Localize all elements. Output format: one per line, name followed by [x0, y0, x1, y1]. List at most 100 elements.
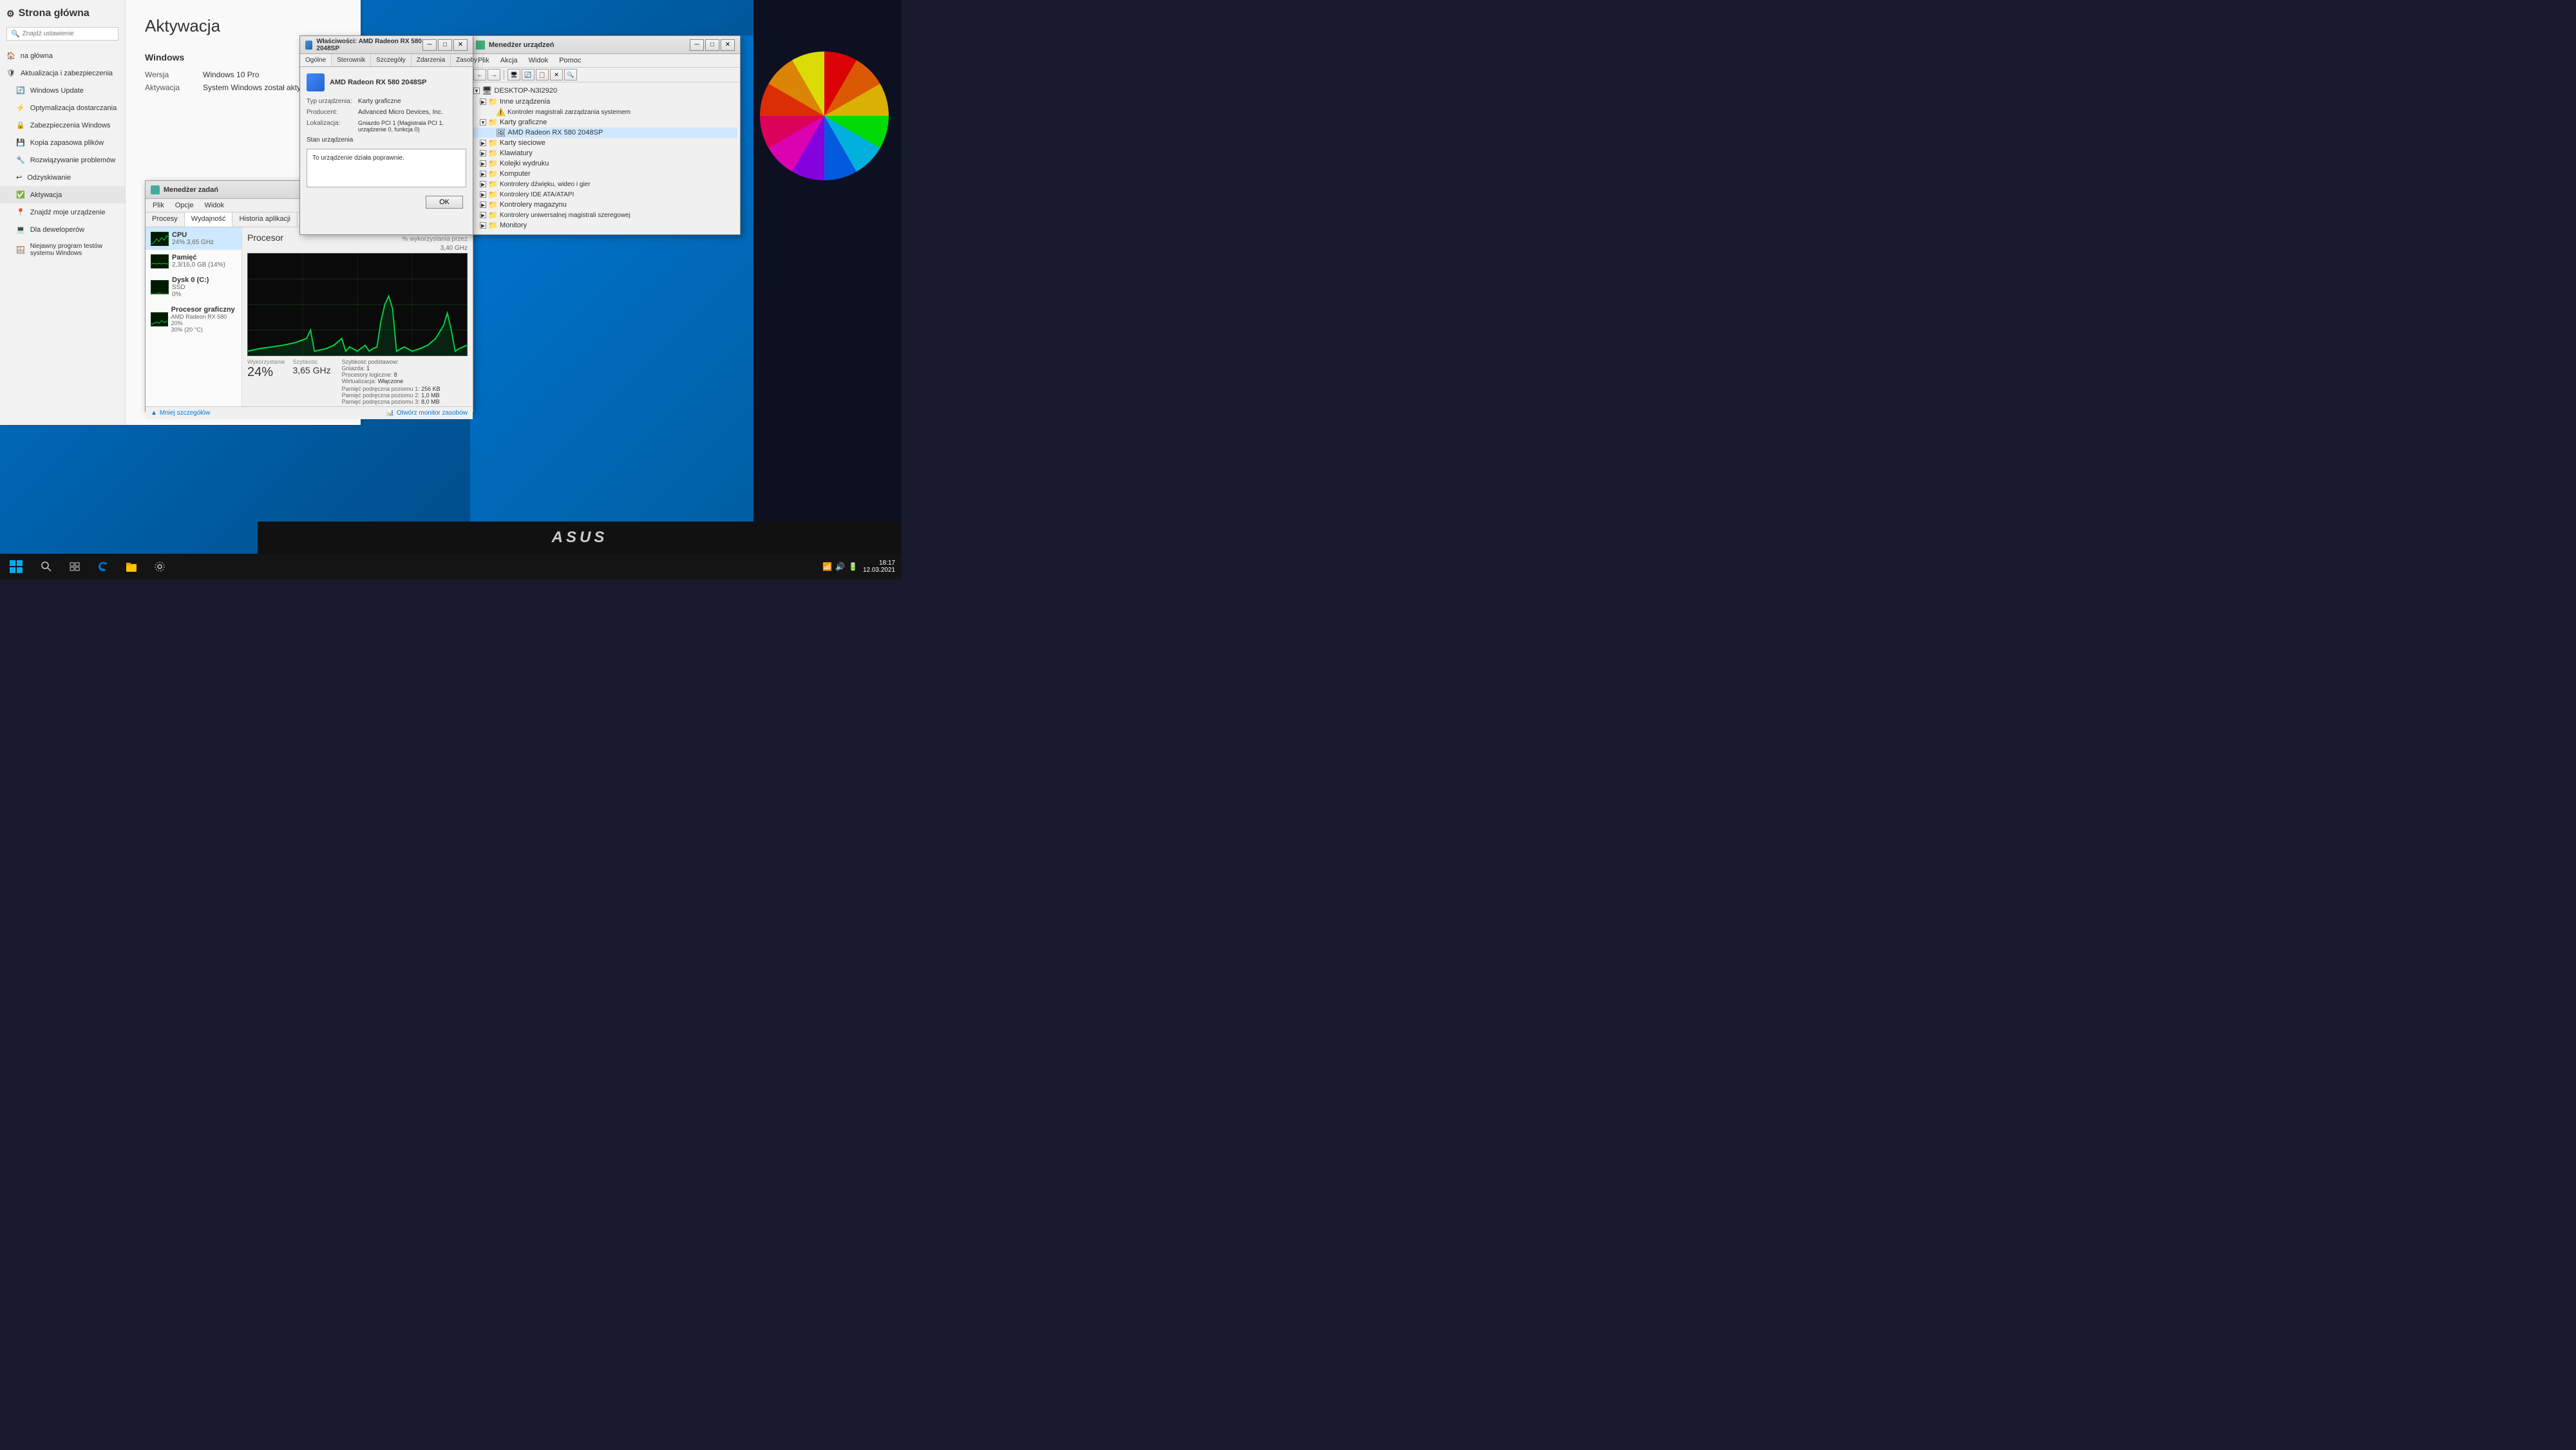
dm-tree-other-devices[interactable]: ▶ 📁 Inne urządzenia — [473, 97, 737, 107]
dm-tree-storage[interactable]: ▶ 📁 Kontrolery magazynu — [473, 200, 737, 210]
settings-nav-item-find-device[interactable]: 📍 Znajdź moje urządzenie — [0, 203, 125, 221]
dm-close-button[interactable]: ✕ — [721, 39, 735, 51]
amd-minimize-button[interactable]: ─ — [422, 39, 437, 51]
shield-icon: 🛡 — [6, 69, 15, 77]
settings-nav-item-home[interactable]: 🏠 na główna — [0, 47, 125, 64]
amd-tab-driver[interactable]: Sterownik — [332, 54, 371, 66]
settings-nav-item-update-security[interactable]: 🛡 Aktualizacja i zabezpieczenia — [0, 64, 125, 82]
dm-expand-print[interactable]: ▶ — [480, 160, 486, 167]
tm-menu-options[interactable]: Opcje — [171, 200, 198, 211]
task-view-button[interactable] — [61, 554, 89, 579]
dm-icon — [476, 41, 485, 50]
amd-type-label: Typ urządzenia: — [307, 98, 358, 105]
settings-nav-item-activation[interactable]: ✅ Aktywacja — [0, 186, 125, 203]
dm-tree-computer[interactable]: ▼ 🖥 DESKTOP-N3I2920 — [473, 85, 737, 97]
tm-sidebar-memory[interactable]: Pamięć 2,3/16,0 GB (14%) — [146, 250, 242, 272]
tm-title-text: Menedżer zadań — [164, 186, 218, 194]
tm-sidebar-cpu[interactable]: CPU 24% 3,65 GHz — [146, 227, 242, 250]
dm-expand-computer[interactable]: ▼ — [473, 88, 480, 94]
settings-nav-item-insider[interactable]: 🪟 Niejawny program testów systemu Window… — [0, 238, 125, 261]
amd-tab-details[interactable]: Szczegóły — [371, 54, 412, 66]
dm-expand-ide[interactable]: ▶ — [480, 191, 486, 198]
dm-tree-audio[interactable]: ▶ 📁 Kontrolery dźwięku, wideo i gier — [473, 179, 737, 189]
nav-label-troubleshoot: Rozwiązywanie problemów — [30, 156, 116, 164]
dm-tree-keyboard[interactable]: ▶ 📁 Klawiatury — [473, 148, 737, 158]
dm-usb-label: Kontrolery uniwersalnej magistrali szere… — [500, 212, 630, 219]
dm-tree-gpu-category[interactable]: ▼ 📁 Karty graficzne — [473, 117, 737, 127]
dm-tree-computer2[interactable]: ▶ 📁 Komputer — [473, 169, 737, 179]
dm-keyboard-label: Klawiatury — [500, 149, 533, 157]
settings-nav-item-troubleshoot[interactable]: 🔧 Rozwiązywanie problemów — [0, 151, 125, 169]
dm-menu-view[interactable]: Widok — [525, 55, 553, 66]
settings-search-input[interactable] — [23, 30, 114, 37]
amd-maximize-button[interactable]: □ — [438, 39, 452, 51]
start-button[interactable] — [0, 554, 32, 579]
dm-tree-mouse[interactable]: ▶ 📁 Mysz i inne urządzenia wskazujące — [473, 231, 737, 232]
dm-scan-button[interactable]: 🔍 — [564, 69, 577, 80]
dm-expand-gpu[interactable]: ▼ — [480, 119, 486, 126]
nav-label-find-device: Znajdź moje urządzenie — [30, 209, 106, 216]
settings-nav-item-recovery[interactable]: ↩ Odzyskiwanie — [0, 169, 125, 186]
tm-menu-file[interactable]: Plik — [149, 200, 168, 211]
tm-less-details-container[interactable]: ▲ Mniej szczegółów — [151, 410, 210, 417]
dm-expand-keyboard[interactable]: ▶ — [480, 150, 486, 156]
tm-util-stat: Wykorzystanie 24% — [247, 359, 285, 380]
folder-icon-usb: 📁 — [488, 211, 498, 220]
dm-tree-amd-gpu[interactable]: 🖼 AMD Radeon RX 580 2048SP — [473, 127, 737, 138]
amd-ok-button[interactable]: OK — [426, 196, 463, 209]
edge-taskbar-button[interactable] — [89, 554, 117, 579]
settings-nav-item-security[interactable]: 🔒 Zabezpieczenia Windows — [0, 117, 125, 134]
dm-tree-monitors[interactable]: ▶ 📁 Monitory — [473, 220, 737, 231]
dm-expand-computer2[interactable]: ▶ — [480, 171, 486, 177]
nav-label-activation: Aktywacja — [30, 191, 62, 199]
dm-tree-network[interactable]: ▶ 📁 Karty sieciowe — [473, 138, 737, 148]
amd-tab-resources[interactable]: Zasoby — [451, 54, 483, 66]
dm-tree-smb[interactable]: ⚠️ Kontroler magistrali zarządzania syst… — [473, 107, 737, 117]
dm-forward-button[interactable]: → — [488, 69, 500, 80]
dm-refresh-button[interactable]: 🔄 — [522, 69, 535, 80]
amd-tab-general[interactable]: Ogólne — [300, 54, 332, 66]
tm-sidebar-disk[interactable]: Dysk 0 (C:) SSD0% — [146, 272, 242, 302]
dm-tree-ide[interactable]: ▶ 📁 Kontrolery IDE ATA/ATAPI — [473, 189, 737, 200]
system-clock[interactable]: 18:17 12.03.2021 — [863, 560, 895, 574]
tm-tab-app-history[interactable]: Historia aplikacji — [232, 212, 297, 227]
dm-uninstall-button[interactable]: ✕ — [550, 69, 563, 80]
tm-less-details[interactable]: Mniej szczegółów — [160, 410, 210, 417]
tm-open-monitor-container[interactable]: 📊 Otwórz monitor zasobów — [386, 410, 468, 417]
clock-date: 12.03.2021 — [863, 567, 895, 574]
tm-open-monitor[interactable]: Otwórz monitor zasobów — [397, 410, 468, 417]
dm-menu-help[interactable]: Pomoc — [555, 55, 585, 66]
dm-expand-network[interactable]: ▶ — [480, 140, 486, 146]
settings-taskbar-button[interactable] — [146, 554, 174, 579]
explorer-taskbar-button[interactable] — [117, 554, 146, 579]
dm-back-button[interactable]: ← — [473, 69, 486, 80]
tm-tab-processes[interactable]: Procesy — [146, 212, 185, 227]
settings-sidebar: ⚙ Strona główna 🔍 🏠 na główna 🛡 Aktualiz… — [0, 0, 126, 425]
dm-expand-storage[interactable]: ▶ — [480, 202, 486, 208]
settings-nav-item-windows-update[interactable]: 🔄 Windows Update — [0, 82, 125, 99]
search-taskbar-button[interactable] — [32, 554, 61, 579]
tm-sidebar-gpu[interactable]: Procesor graficzny AMD Radeon RX 580 20%… — [146, 302, 242, 337]
settings-search-container[interactable]: 🔍 — [6, 27, 118, 41]
dm-expand-monitors[interactable]: ▶ — [480, 222, 486, 229]
dm-expand-other[interactable]: ▶ — [480, 99, 486, 105]
dm-minimize-button[interactable]: ─ — [690, 39, 704, 51]
amd-close-button[interactable]: ✕ — [453, 39, 468, 51]
dm-menu-action[interactable]: Akcja — [497, 55, 522, 66]
tm-tab-performance[interactable]: Wydajność — [185, 212, 233, 227]
dm-computer-button[interactable]: 🖥 — [507, 69, 520, 80]
settings-nav-item-backup[interactable]: 💾 Kopia zapasowa plików — [0, 134, 125, 151]
tm-logical-value: 8 — [394, 372, 397, 378]
amd-tab-events[interactable]: Zdarzenia — [412, 54, 451, 66]
dm-props-button[interactable]: 📋 — [536, 69, 549, 80]
dm-tree-usb[interactable]: ▶ 📁 Kontrolery uniwersalnej magistrali s… — [473, 210, 737, 220]
dm-tree-print[interactable]: ▶ 📁 Kolejki wydruku — [473, 158, 737, 169]
tm-l3-cache: Pamięć podręczna poziomu 3: 8,0 MB — [342, 399, 440, 405]
settings-nav-item-dev[interactable]: 💻 Dla deweloperów — [0, 221, 125, 238]
dm-titlebar: Menedżer urządzeń ─ □ ✕ — [471, 36, 740, 54]
settings-nav-item-optimize[interactable]: ⚡ Optymalizacja dostarczania — [0, 99, 125, 117]
dm-maximize-button[interactable]: □ — [705, 39, 719, 51]
dm-expand-audio[interactable]: ▶ — [480, 181, 486, 187]
tm-menu-view[interactable]: Widok — [200, 200, 228, 211]
dm-expand-usb[interactable]: ▶ — [480, 212, 486, 218]
